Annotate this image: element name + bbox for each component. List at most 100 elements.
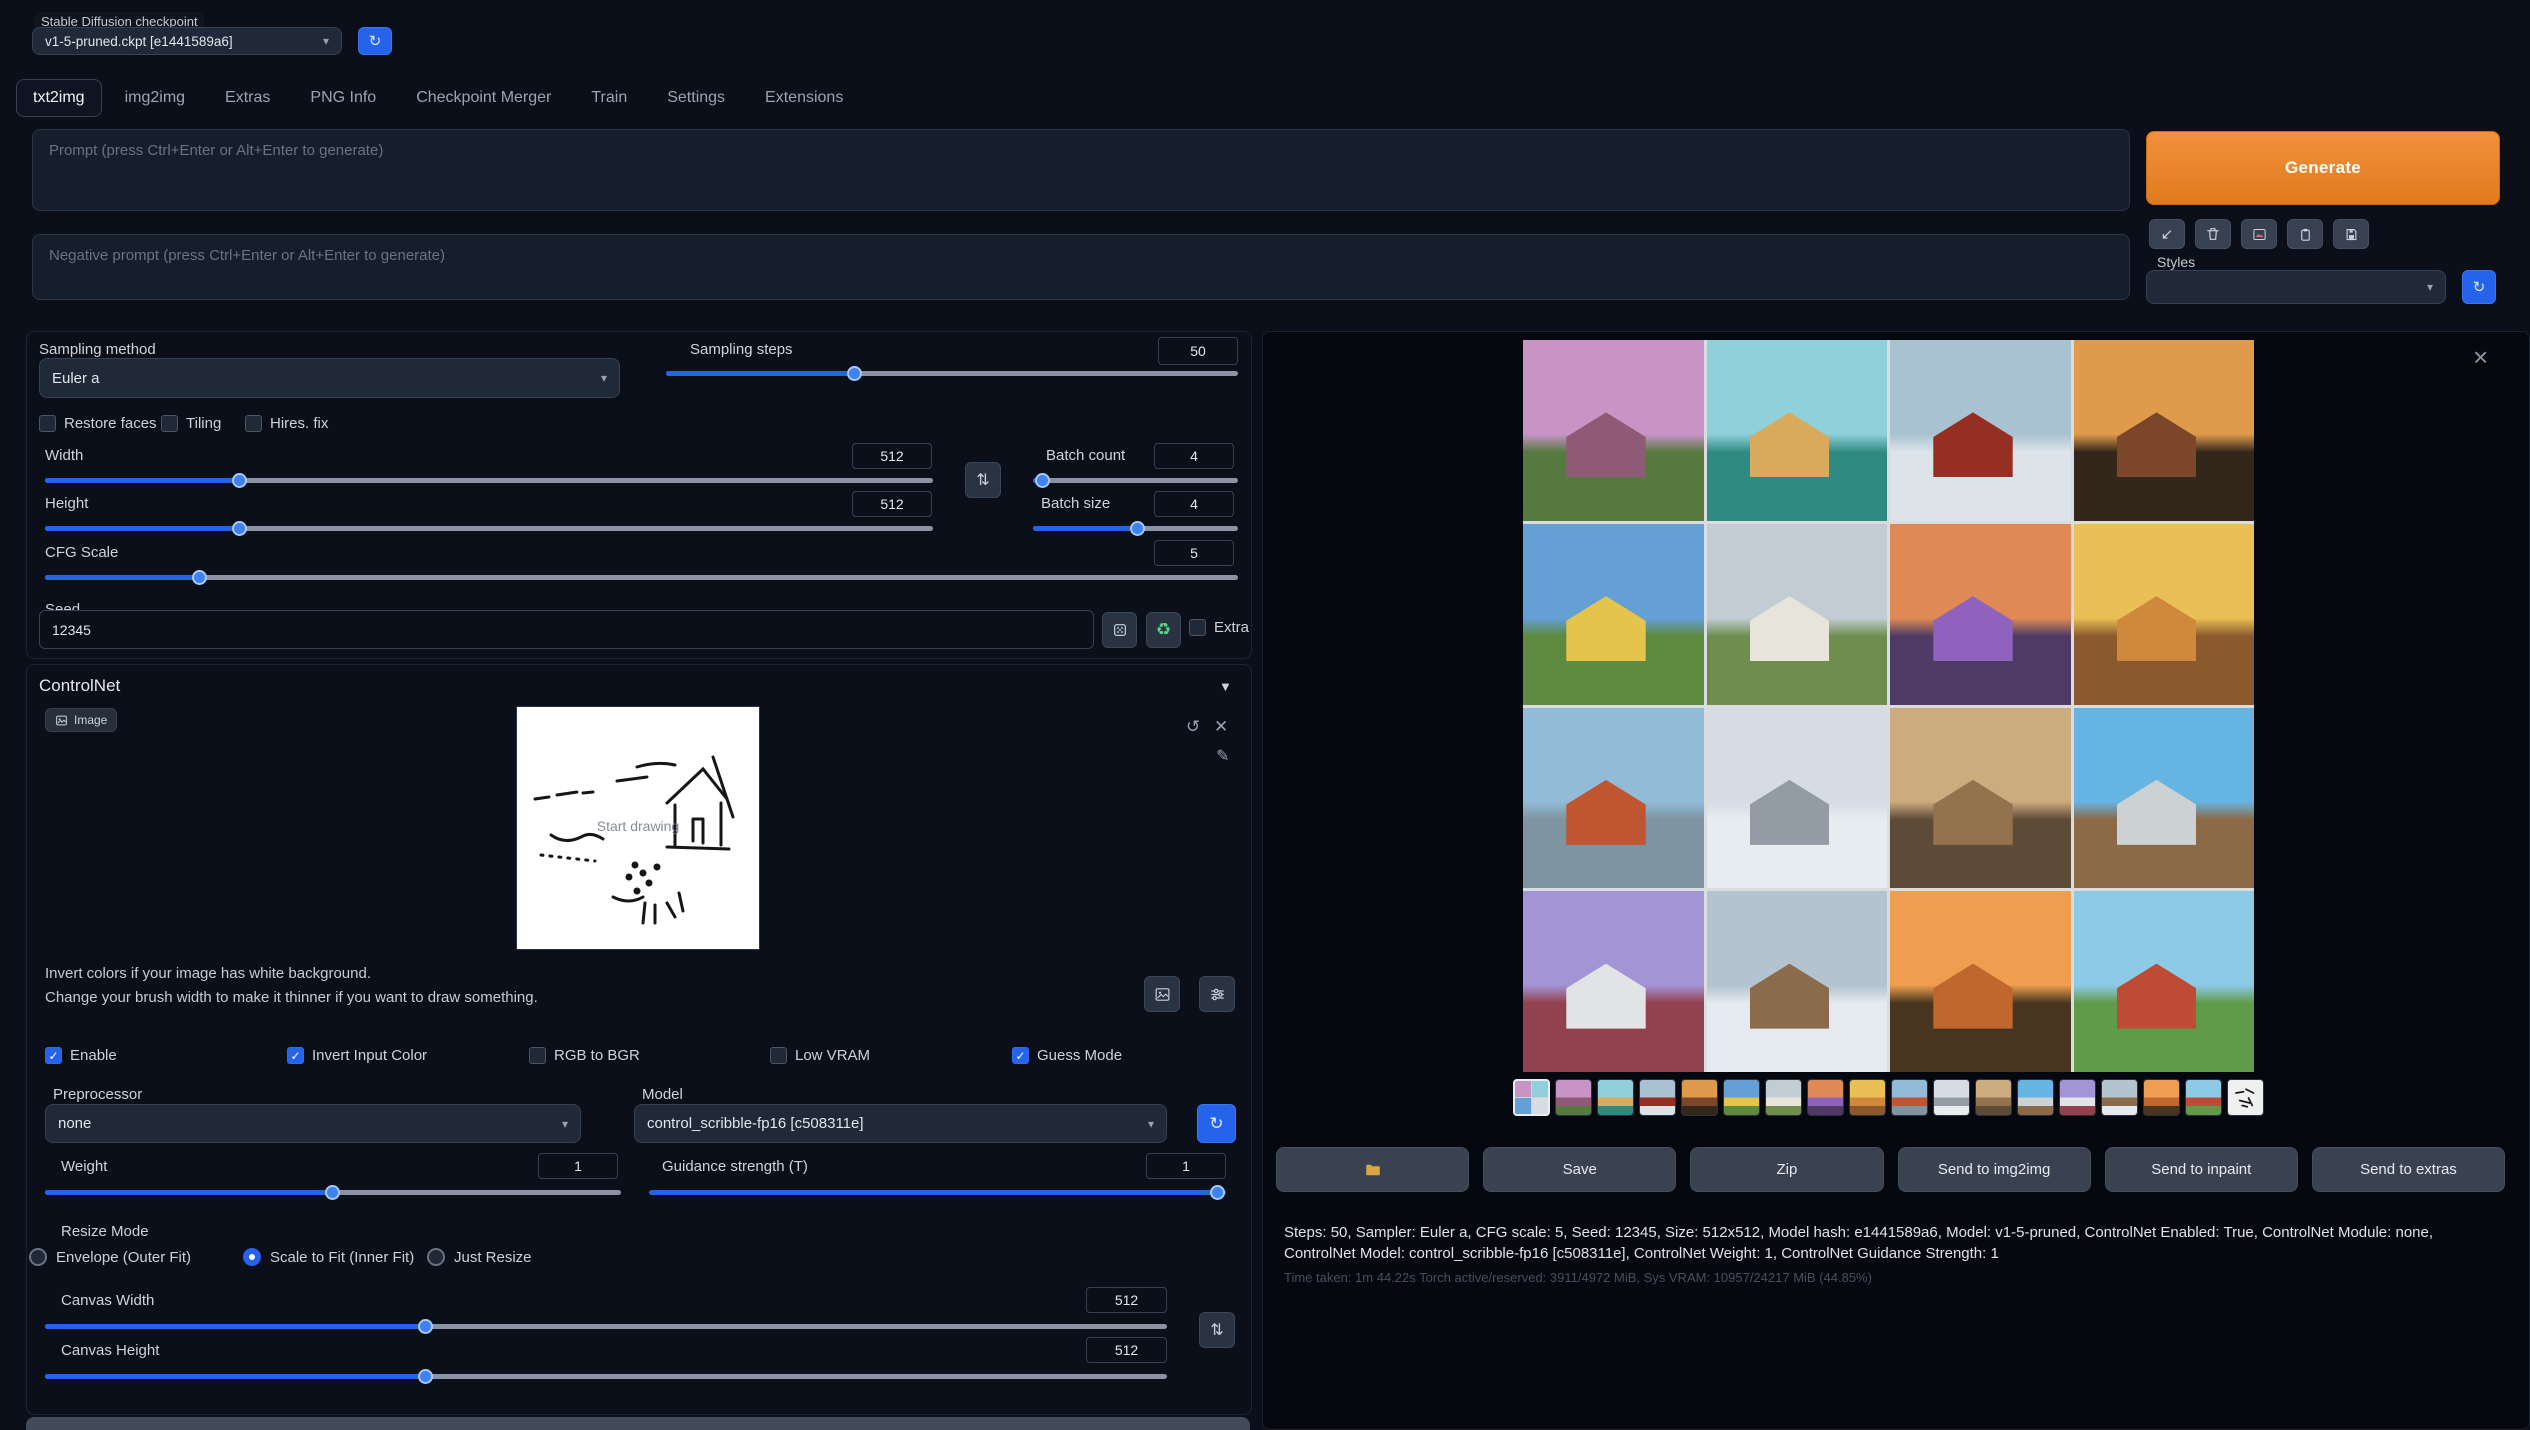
gallery-thumbnail[interactable] [1555, 1079, 1592, 1116]
canvas-width-slider[interactable] [45, 1319, 1167, 1334]
gallery-thumbnail[interactable] [1513, 1079, 1550, 1116]
random-seed-button[interactable] [1102, 612, 1137, 648]
width-value[interactable]: 512 [852, 443, 932, 469]
gallery-thumbnail[interactable] [1681, 1079, 1718, 1116]
accordion-caret-icon[interactable]: ▼ [1219, 679, 1232, 694]
tab-img2img[interactable]: img2img [108, 79, 202, 117]
model-refresh-button[interactable]: ↻ [1197, 1104, 1236, 1143]
gallery-image[interactable] [1707, 524, 1888, 705]
gallery-image[interactable] [2074, 891, 2255, 1072]
resize-envelope-radio[interactable]: Envelope (Outer Fit) [29, 1248, 191, 1266]
resize-scale-to-fit-radio[interactable]: Scale to Fit (Inner Fit) [243, 1248, 414, 1266]
tab-extensions[interactable]: Extensions [748, 79, 860, 117]
prompt-input[interactable] [32, 129, 2130, 211]
gallery-thumbnail[interactable] [2017, 1079, 2054, 1116]
swap-width-height-button[interactable]: ⇅ [965, 462, 1001, 498]
guidance-strength-value[interactable]: 1 [1146, 1153, 1226, 1179]
weight-value[interactable]: 1 [538, 1153, 618, 1179]
canvas-height-slider[interactable] [45, 1369, 1167, 1384]
gallery-thumbnail[interactable] [1933, 1079, 1970, 1116]
gallery-thumbnail[interactable] [1639, 1079, 1676, 1116]
gallery-image[interactable] [2074, 340, 2255, 521]
gallery-image[interactable] [1707, 891, 1888, 1072]
sampling-method-dropdown[interactable]: Euler a ▾ [39, 358, 620, 398]
send-to-inpaint-button[interactable]: Send to inpaint [2105, 1147, 2298, 1192]
gallery-thumbnail[interactable] [1597, 1079, 1634, 1116]
gallery-thumbnail[interactable] [1807, 1079, 1844, 1116]
weight-slider[interactable] [45, 1185, 621, 1200]
gallery-thumbnail[interactable] [1765, 1079, 1802, 1116]
paste-params-button[interactable]: ↙ [2149, 219, 2185, 249]
checkpoint-refresh-button[interactable]: ↻ [358, 27, 392, 55]
gallery-image[interactable] [1523, 891, 1704, 1072]
gallery-thumbnail[interactable] [1849, 1079, 1886, 1116]
save-button[interactable]: Save [1483, 1147, 1676, 1192]
controlnet-canvas[interactable]: Start drawing [517, 707, 759, 949]
script-section-bar[interactable] [26, 1417, 1250, 1430]
canvas-width-value[interactable]: 512 [1086, 1287, 1167, 1313]
gallery-image[interactable] [2074, 524, 2255, 705]
tab-extras[interactable]: Extras [208, 79, 287, 117]
zip-button[interactable]: Zip [1690, 1147, 1883, 1192]
gallery-image[interactable] [1523, 340, 1704, 521]
gallery-image[interactable] [1890, 524, 2071, 705]
preprocessor-dropdown[interactable]: none ▾ [45, 1104, 581, 1143]
canvas-height-value[interactable]: 512 [1086, 1337, 1167, 1363]
open-folder-button[interactable] [1276, 1147, 1469, 1192]
seed-input[interactable]: 12345 [39, 610, 1094, 649]
save-style-button[interactable] [2333, 219, 2369, 249]
width-slider[interactable] [45, 473, 933, 488]
height-value[interactable]: 512 [852, 491, 932, 517]
send-to-img2img-button[interactable]: Send to img2img [1898, 1147, 2091, 1192]
batch-count-value[interactable]: 4 [1154, 443, 1234, 469]
gallery-thumbnail[interactable] [2227, 1079, 2264, 1116]
gallery-image[interactable] [1707, 708, 1888, 889]
styles-refresh-button[interactable]: ↻ [2462, 270, 2496, 304]
sampling-steps-slider[interactable] [666, 366, 1238, 381]
gallery-image[interactable] [2074, 708, 2255, 889]
hires-fix-checkbox[interactable]: Hires. fix [245, 415, 328, 432]
guidance-strength-slider[interactable] [649, 1185, 1226, 1200]
gallery-image[interactable] [1890, 340, 2071, 521]
swap-canvas-size-button[interactable]: ⇅ [1199, 1312, 1235, 1348]
restore-faces-checkbox[interactable]: Restore faces [39, 415, 157, 432]
gallery-image[interactable] [1523, 708, 1704, 889]
negative-prompt-input[interactable] [32, 234, 2130, 300]
gallery-thumbnail[interactable] [1975, 1079, 2012, 1116]
height-slider[interactable] [45, 521, 933, 536]
tab-txt2img[interactable]: txt2img [16, 79, 102, 117]
send-to-extras-button[interactable]: Send to extras [2312, 1147, 2505, 1192]
tiling-checkbox[interactable]: Tiling [161, 415, 221, 432]
undo-icon[interactable]: ↺ [1186, 718, 1200, 735]
seed-extra-checkbox[interactable]: Extra [1189, 619, 1249, 636]
clear-prompt-button[interactable] [2195, 219, 2231, 249]
batch-size-slider[interactable] [1033, 521, 1238, 536]
gallery-image[interactable] [1890, 891, 2071, 1072]
generate-button[interactable]: Generate [2146, 131, 2500, 205]
gallery-thumbnail[interactable] [2185, 1079, 2222, 1116]
reuse-seed-button[interactable]: ♻ [1146, 612, 1181, 648]
clear-canvas-icon[interactable]: ✕ [1214, 718, 1228, 735]
controlnet-title[interactable]: ControlNet [39, 676, 120, 696]
rgb-to-bgr-checkbox[interactable]: RGB to BGR [529, 1047, 640, 1064]
tab-png-info[interactable]: PNG Info [293, 79, 393, 117]
controlnet-enable-checkbox[interactable]: Enable [45, 1047, 117, 1064]
tab-train[interactable]: Train [574, 79, 644, 117]
brush-settings-button[interactable] [1199, 976, 1235, 1012]
gallery-grid[interactable] [1523, 340, 2254, 1072]
gallery-thumbnail[interactable] [2143, 1079, 2180, 1116]
apply-style-button[interactable] [2241, 219, 2277, 249]
gallery-thumbnail[interactable] [2059, 1079, 2096, 1116]
cfg-scale-value[interactable]: 5 [1154, 540, 1234, 566]
low-vram-checkbox[interactable]: Low VRAM [770, 1047, 870, 1064]
tab-settings[interactable]: Settings [650, 79, 742, 117]
brush-icon[interactable]: ✎ [1216, 749, 1229, 765]
close-gallery-icon[interactable]: × [2473, 344, 2488, 370]
checkpoint-dropdown[interactable]: v1-5-pruned.ckpt [e1441589a6] ▾ [32, 27, 342, 55]
model-dropdown[interactable]: control_scribble-fp16 [c508311e] ▾ [634, 1104, 1167, 1143]
gallery-image[interactable] [1707, 340, 1888, 521]
invert-input-color-checkbox[interactable]: Invert Input Color [287, 1047, 427, 1064]
sampling-steps-value[interactable]: 50 [1158, 337, 1238, 365]
gallery-image[interactable] [1523, 524, 1704, 705]
gallery-thumbnail[interactable] [1891, 1079, 1928, 1116]
